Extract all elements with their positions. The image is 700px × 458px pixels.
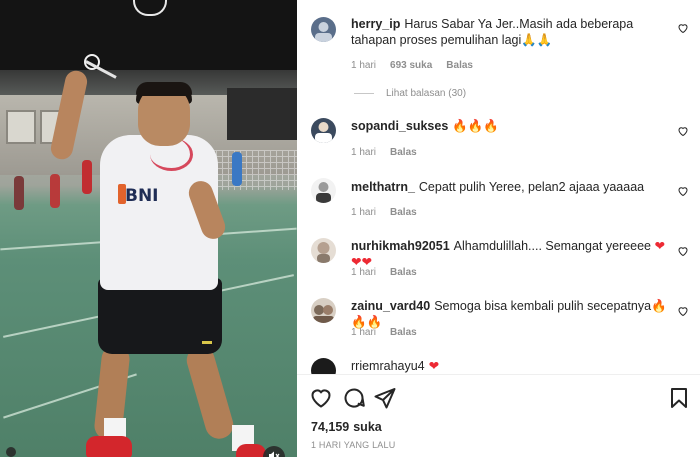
- avatar[interactable]: [311, 118, 336, 143]
- comment-meta: 1 hari Balas: [351, 327, 431, 338]
- comment-text: melthatrn_ Cepatt pulih Yeree, pelan2 aja…: [351, 179, 669, 195]
- photo-window: [6, 110, 36, 144]
- comment-body: Semoga bisa kembali pulih secepatnya: [434, 299, 652, 313]
- comment-meta: 1 hari 693 suka Balas: [351, 60, 487, 71]
- comment-text: herry_ip Harus Sabar Ya Jer..Masih ada be…: [351, 16, 669, 48]
- comment-username[interactable]: sopandi_sukses: [351, 119, 448, 133]
- comment-text: rriemrahayu4 ❤: [351, 358, 669, 374]
- likes-label: suka: [353, 420, 382, 434]
- comment-time[interactable]: 1 hari: [351, 147, 376, 158]
- comment-body: Cepatt pulih Yeree, pelan2 ajaaa yaaaaa: [418, 180, 645, 194]
- photo-bg-person: [232, 152, 242, 186]
- comments-list[interactable]: herry_ip Harus Sabar Ya Jer..Masih ada be…: [297, 0, 700, 375]
- comment-text: nurhikmah92051 Alhamdulillah.... Semangat…: [351, 238, 669, 270]
- comment-meta: 1 hari Balas: [351, 207, 431, 218]
- comment-time[interactable]: 1 hari: [351, 207, 376, 218]
- comment-like-heart-icon[interactable]: [677, 22, 689, 34]
- post-actions: 74,159 suka 1 HARI YANG LALU: [297, 374, 700, 458]
- tag-icon[interactable]: [6, 447, 16, 457]
- shorts-logo: [202, 335, 212, 344]
- player-shoe: [236, 444, 266, 457]
- comment-like-heart-icon[interactable]: [677, 305, 689, 317]
- comment-like-heart-icon[interactable]: [677, 185, 689, 197]
- comment-username[interactable]: rriemrahayu4: [351, 359, 425, 373]
- avatar[interactable]: [311, 17, 336, 42]
- avatar[interactable]: [311, 358, 336, 375]
- post-photo[interactable]: BNI: [0, 0, 297, 457]
- comment-time[interactable]: 1 hari: [351, 267, 376, 278]
- photo-bg-person: [50, 174, 60, 208]
- comment-username[interactable]: nurhikmah92051: [351, 239, 450, 253]
- bookmark-icon[interactable]: [667, 386, 691, 410]
- paper-plane-icon[interactable]: [373, 386, 397, 410]
- comment-meta: 1 hari Balas: [351, 267, 431, 278]
- comment-time[interactable]: 1 hari: [351, 60, 376, 71]
- reply-button[interactable]: Balas: [390, 147, 417, 158]
- comment-likes[interactable]: 693 suka: [390, 60, 432, 71]
- comment-time[interactable]: 1 hari: [351, 327, 376, 338]
- view-replies-button[interactable]: Lihat balasan (30): [354, 88, 466, 99]
- likes-number: 74,159: [311, 420, 350, 434]
- heart-outline-icon[interactable]: [309, 386, 333, 410]
- avatar[interactable]: [311, 298, 336, 323]
- comment-like-heart-icon[interactable]: [677, 245, 689, 257]
- comment-emoji: ❤: [428, 358, 440, 373]
- comment-meta: 1 hari Balas: [351, 147, 431, 158]
- comment-username[interactable]: zainu_vard40: [351, 299, 430, 313]
- reply-button[interactable]: Balas: [446, 60, 473, 71]
- player-hair: [136, 82, 192, 96]
- view-replies-label: Lihat balasan (30): [386, 88, 467, 99]
- reply-button[interactable]: Balas: [390, 207, 417, 218]
- sponsor-logo: BNI: [125, 186, 159, 206]
- comment-text: zainu_vard40 Semoga bisa kembali pulih se…: [351, 298, 669, 330]
- photo-banner: [227, 88, 297, 140]
- comment-text: sopandi_sukses 🔥🔥🔥: [351, 118, 669, 134]
- reply-button[interactable]: Balas: [390, 327, 417, 338]
- comment-emoji: 🔥🔥🔥: [452, 118, 499, 133]
- player-shoe: [86, 436, 132, 457]
- avatar[interactable]: [311, 238, 336, 263]
- photo-bg-person: [82, 160, 92, 194]
- comment-body: Alhamdulillah.... Semangat yereeee: [453, 239, 652, 253]
- comment-emoji: 🙏🙏: [521, 32, 553, 47]
- view-replies-dash: [354, 92, 374, 94]
- player-leg: [183, 342, 237, 443]
- post-timestamp[interactable]: 1 HARI YANG LALU: [311, 440, 395, 450]
- comment-bubble-icon[interactable]: [342, 386, 366, 410]
- reply-button[interactable]: Balas: [390, 267, 417, 278]
- speaker-muted-icon[interactable]: [263, 446, 285, 457]
- comment-like-heart-icon[interactable]: [677, 125, 689, 137]
- comment-username[interactable]: melthatrn_: [351, 180, 415, 194]
- avatar[interactable]: [311, 178, 336, 203]
- photo-bg-person: [14, 176, 24, 210]
- comment-username[interactable]: herry_ip: [351, 17, 400, 31]
- likes-count[interactable]: 74,159 suka: [311, 420, 386, 434]
